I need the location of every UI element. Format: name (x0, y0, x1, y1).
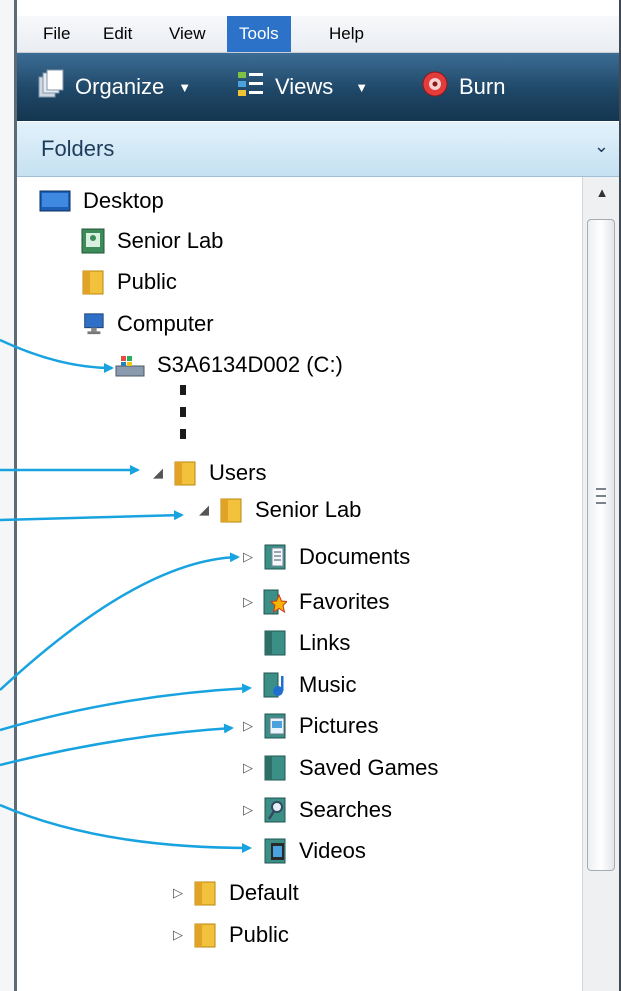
tree-item-computer[interactable]: Computer (81, 308, 214, 340)
expand-arrow-icon[interactable]: ▷ (241, 760, 255, 776)
tree-label-default: Default (229, 880, 299, 905)
views-dropdown-icon: ▼ (355, 79, 369, 95)
tree-label-documents: Documents (299, 544, 411, 569)
organize-button[interactable]: Organize ▼ (37, 69, 191, 105)
tree-label-music: Music (299, 672, 357, 697)
expand-arrow-icon[interactable]: ▷ (241, 549, 255, 565)
menu-bar: File Edit View Tools Help (17, 16, 621, 53)
scroll-thumb[interactable] (587, 219, 615, 871)
folder-icon (193, 922, 217, 948)
tree-item-drive-c[interactable]: S3A6134D002 (C:) (115, 349, 343, 381)
tree-item-senior-lab-user[interactable]: Senior Lab (81, 225, 223, 257)
tree-label-public-top: Public (117, 269, 177, 294)
menu-edit[interactable]: Edit (97, 22, 138, 46)
vertical-scrollbar[interactable]: ▲ (582, 177, 621, 991)
expand-arrow-icon[interactable]: ▷ (171, 885, 185, 901)
grip-icon (596, 488, 606, 504)
documents-icon (263, 544, 287, 570)
views-icon (237, 70, 265, 104)
favorites-star-icon (263, 589, 287, 615)
menu-file[interactable]: File (37, 22, 76, 46)
burn-button[interactable]: Burn (421, 69, 505, 105)
tree-item-pictures[interactable]: ▷ Pictures (241, 710, 378, 742)
views-button[interactable]: Views ▼ (237, 69, 368, 105)
folder-tree: Desktop Senior Lab Public Computer S3A61… (17, 177, 581, 991)
menu-tools[interactable]: Tools (227, 16, 291, 52)
links-icon (263, 630, 287, 656)
command-toolbar: Organize ▼ Views ▼ Burn (17, 53, 621, 121)
saved-games-icon (263, 755, 287, 781)
pictures-icon (263, 713, 287, 739)
tree-item-default[interactable]: ▷ Default (171, 877, 299, 909)
ellipsis-connector (180, 385, 188, 445)
organize-icon (37, 69, 65, 105)
tree-label-pictures: Pictures (299, 713, 379, 738)
expand-arrow-icon[interactable]: ▷ (241, 594, 255, 610)
tree-item-documents[interactable]: ▷ Documents (241, 541, 410, 573)
hard-drive-icon (115, 352, 145, 378)
tree-label-users: Users (209, 460, 267, 485)
collapse-arrow-icon[interactable]: ◢ (197, 502, 211, 518)
user-folder-icon (81, 228, 105, 254)
tree-label-links: Links (299, 630, 351, 655)
tree-item-senior-lab[interactable]: ◢ Senior Lab (197, 494, 361, 526)
tree-item-public-top[interactable]: Public (81, 266, 177, 298)
film-icon (263, 838, 287, 864)
chevron-down-icon[interactable]: ⌄ (594, 136, 609, 157)
tree-item-links[interactable]: Links (241, 627, 350, 659)
scroll-up-arrow-icon[interactable]: ▲ (591, 185, 613, 203)
tree-label-computer: Computer (117, 311, 214, 336)
tree-label-favorites: Favorites (299, 589, 390, 614)
tree-item-public[interactable]: ▷ Public (171, 919, 289, 951)
tree-label-searches: Searches (299, 797, 392, 822)
menu-view[interactable]: View (163, 22, 212, 46)
folder-icon (173, 460, 197, 486)
tree-label-public: Public (229, 922, 289, 947)
folder-icon (81, 269, 105, 295)
tree-item-favorites[interactable]: ▷ Favorites (241, 586, 389, 618)
burn-disc-icon (421, 70, 449, 104)
tree-item-music[interactable]: Music (241, 669, 356, 701)
organize-dropdown-icon: ▼ (178, 79, 192, 95)
search-icon (263, 797, 287, 823)
folders-pane-header[interactable]: Folders ⌄ (17, 122, 621, 177)
collapse-arrow-icon[interactable]: ◢ (151, 465, 165, 481)
burn-label: Burn (459, 74, 506, 99)
folder-icon (193, 880, 217, 906)
tree-label-drive-c: S3A6134D002 (C:) (157, 352, 343, 377)
tree-label-saved-games: Saved Games (299, 755, 439, 780)
window-left-strip (0, 0, 14, 991)
tree-item-desktop[interactable]: Desktop (39, 185, 164, 217)
tree-label-desktop: Desktop (83, 188, 164, 213)
folders-title: Folders (41, 136, 115, 161)
organize-label: Organize (75, 74, 165, 99)
music-note-icon (263, 672, 287, 698)
tree-item-videos[interactable]: Videos (241, 835, 366, 867)
tree-item-users[interactable]: ◢ Users (151, 457, 266, 489)
menu-help[interactable]: Help (323, 22, 370, 46)
tree-item-saved-games[interactable]: ▷ Saved Games (241, 752, 438, 784)
tree-label-senior-lab: Senior Lab (255, 497, 362, 522)
tree-label-senior-lab-user: Senior Lab (117, 228, 224, 253)
views-label: Views (275, 74, 334, 99)
expand-arrow-icon[interactable]: ▷ (241, 802, 255, 818)
expand-arrow-icon[interactable]: ▷ (171, 927, 185, 943)
expand-arrow-icon[interactable]: ▷ (241, 718, 255, 734)
computer-icon (81, 311, 105, 337)
folder-icon (219, 497, 243, 523)
tree-item-searches[interactable]: ▷ Searches (241, 794, 392, 826)
desktop-icon (39, 188, 71, 214)
tree-label-videos: Videos (299, 838, 366, 863)
